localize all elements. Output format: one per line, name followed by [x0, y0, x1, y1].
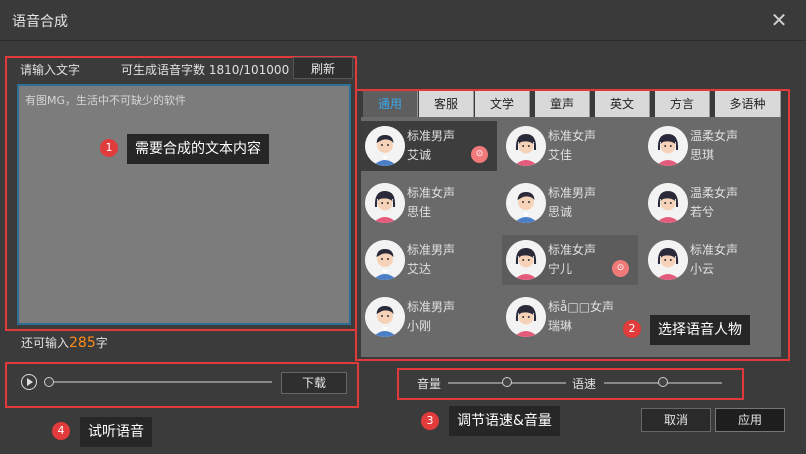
voice-card[interactable]: 标准女声 艾佳	[502, 121, 638, 171]
input-label: 请输入文字	[20, 63, 81, 77]
female-avatar-icon	[648, 183, 688, 223]
male-avatar-icon	[365, 297, 405, 337]
voice-card[interactable]: 标准男声 思诚	[502, 178, 638, 228]
tab-general[interactable]: 通用	[363, 91, 418, 117]
voice-type: 标准男声	[548, 186, 597, 200]
refresh-button[interactable]: 刷新	[293, 57, 353, 79]
volume-label: 音量	[417, 377, 442, 391]
voice-card[interactable]: 标准女声 思佳	[361, 178, 497, 228]
voice-name: 小云	[690, 262, 715, 276]
male-avatar-icon	[365, 240, 405, 280]
voice-name: 瑞琳	[548, 319, 573, 333]
tab-customer-service[interactable]: 客服	[419, 91, 474, 117]
tab-dialect[interactable]: 方言	[655, 91, 710, 117]
remain-count: 285	[69, 335, 96, 351]
tab-literature[interactable]: 文学	[475, 91, 530, 117]
voice-type: 标准男声	[407, 129, 456, 143]
annotation-callout-1: 需要合成的文本内容	[127, 134, 269, 164]
voice-type: 标准男声	[407, 243, 456, 257]
annotation-badge-3: 3	[421, 412, 439, 430]
male-avatar-icon	[365, 126, 405, 166]
voice-card[interactable]: 标å□□女声 瑞琳	[502, 292, 638, 342]
playback-track[interactable]	[46, 381, 272, 383]
voice-name: 艾诚	[407, 148, 432, 162]
annotation-badge-4: 4	[52, 422, 70, 440]
female-avatar-icon	[648, 240, 688, 280]
voice-name: 思佳	[407, 205, 432, 219]
voice-name: 宁儿	[548, 262, 573, 276]
voice-card[interactable]: 标准女声宁儿 ⊙	[502, 235, 638, 285]
male-avatar-icon	[506, 183, 546, 223]
window-title: 语音合成	[12, 14, 68, 30]
voice-type: 标准女声	[548, 243, 597, 257]
female-avatar-icon	[506, 297, 546, 337]
annotation-box-adjust	[397, 368, 744, 400]
speed-label: 语速	[572, 377, 597, 391]
tab-child-voice[interactable]: 童声	[535, 91, 590, 117]
tab-multilingual[interactable]: 多语种	[715, 91, 781, 117]
annotation-badge-1: 1	[100, 139, 118, 157]
sound-icon[interactable]: ⊙	[471, 146, 488, 163]
apply-button[interactable]: 应用	[715, 408, 785, 432]
playback-knob[interactable]	[44, 377, 54, 387]
voice-type: 标å□□女声	[548, 300, 615, 314]
voice-type: 标准女声	[690, 243, 739, 257]
voice-name: 艾达	[407, 262, 432, 276]
voice-name: 小刚	[407, 319, 432, 333]
voice-type: 标准女声	[548, 129, 597, 143]
annotation-callout-3: 调节语速&音量	[449, 406, 560, 436]
annotation-badge-2: 2	[623, 320, 641, 338]
title-bar: 语音合成 ✕	[0, 0, 806, 41]
voice-type: 温柔女声	[690, 129, 739, 143]
female-avatar-icon	[365, 183, 405, 223]
cancel-button[interactable]: 取消	[641, 408, 711, 432]
voice-card[interactable]: 标准男声 小刚	[361, 292, 497, 342]
remain-suffix: 字	[95, 336, 108, 350]
voice-name: 若兮	[690, 205, 715, 219]
female-avatar-icon	[648, 126, 688, 166]
voice-type: 标准男声	[407, 300, 456, 314]
voice-card[interactable]: 标准女声 小云	[644, 235, 780, 285]
voice-card[interactable]: 温柔女声 若兮	[644, 178, 780, 228]
voice-name: 艾佳	[548, 148, 573, 162]
quota-label: 可生成语音字数 1810/101000	[121, 63, 290, 77]
tab-english[interactable]: 英文	[595, 91, 650, 117]
tts-dialog: 语音合成 ✕ 请输入文字 可生成语音字数 1810/101000 刷新 还可输入…	[0, 0, 806, 454]
voice-name: 思琪	[690, 148, 715, 162]
play-icon[interactable]	[21, 374, 37, 390]
voice-type: 标准女声	[407, 186, 456, 200]
voice-category-tabs: 通用 客服 文学 童声 英文 方言 多语种	[363, 91, 781, 117]
female-avatar-icon	[506, 240, 546, 280]
voice-card[interactable]: 标准男声 艾达	[361, 235, 497, 285]
volume-knob[interactable]	[502, 377, 512, 387]
sound-icon[interactable]: ⊙	[612, 260, 629, 277]
remain-prefix: 还可输入	[21, 336, 70, 350]
voice-card[interactable]: 标准男声艾诚 ⊙	[361, 121, 497, 171]
voice-card[interactable]: 温柔女声 思琪	[644, 121, 780, 171]
speed-knob[interactable]	[658, 377, 668, 387]
female-avatar-icon	[506, 126, 546, 166]
download-button[interactable]: 下载	[281, 372, 347, 394]
annotation-callout-4: 试听语音	[80, 417, 152, 447]
text-input[interactable]	[17, 84, 351, 325]
remain-count-text: 还可输入285字	[21, 334, 108, 351]
voice-type: 温柔女声	[690, 186, 739, 200]
annotation-callout-2: 选择语音人物	[650, 315, 750, 345]
voice-name: 思诚	[548, 205, 573, 219]
close-icon[interactable]: ✕	[768, 9, 790, 31]
